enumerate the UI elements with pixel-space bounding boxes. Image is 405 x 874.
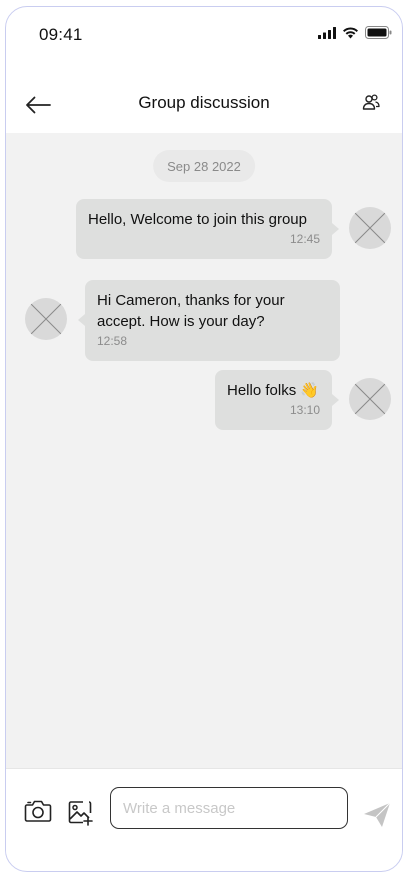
message-bubble[interactable]: Hello, Welcome to join this group 12:45	[76, 199, 339, 259]
signal-icon	[318, 26, 336, 39]
message-time: 13:10	[289, 403, 320, 417]
avatar-placeholder-icon	[354, 383, 386, 415]
status-time: 09:41	[39, 25, 83, 44]
camera-icon	[24, 800, 52, 822]
avatar[interactable]	[25, 298, 67, 340]
send-button[interactable]	[363, 802, 391, 833]
message-time: 12:45	[289, 232, 320, 246]
avatar[interactable]	[349, 378, 391, 420]
avatar-placeholder-icon	[354, 212, 386, 244]
gallery-button[interactable]	[68, 800, 94, 831]
status-icons	[318, 26, 392, 39]
wifi-icon	[343, 26, 358, 38]
image-add-icon	[68, 801, 93, 826]
status-bar: 09:41	[6, 7, 402, 61]
avatar[interactable]	[349, 207, 391, 249]
message-text: Hello folks 👋	[227, 382, 320, 399]
date-separator: Sep 28 2022	[153, 150, 255, 182]
group-members-button[interactable]	[362, 93, 386, 117]
page-title: Group discussion	[138, 93, 270, 112]
battery-icon	[365, 26, 392, 39]
message-time: 12:58	[97, 334, 128, 348]
composer-bar	[6, 768, 402, 859]
message-text: Hi Cameron, thanks for your	[97, 292, 285, 309]
message-text: Hello, Welcome to join this group	[88, 211, 307, 228]
group-members-icon	[362, 94, 380, 110]
message-bubble[interactable]: Hello folks 👋 13:10	[215, 370, 339, 430]
message-text: accept. How is your day?	[97, 313, 265, 330]
app-header: Group discussion	[6, 77, 402, 133]
message-input[interactable]	[110, 787, 348, 829]
message-bubble[interactable]: Hi Cameron, thanks for your accept. How …	[78, 280, 340, 361]
chat-area[interactable]: Sep 28 2022 Hello, Welcome to join this …	[6, 133, 402, 768]
camera-button[interactable]	[24, 799, 52, 828]
send-icon	[364, 802, 391, 827]
avatar-placeholder-icon	[30, 303, 62, 335]
phone-frame: 09:41 Group discussion Sep 28 2022 Hello…	[5, 6, 403, 872]
